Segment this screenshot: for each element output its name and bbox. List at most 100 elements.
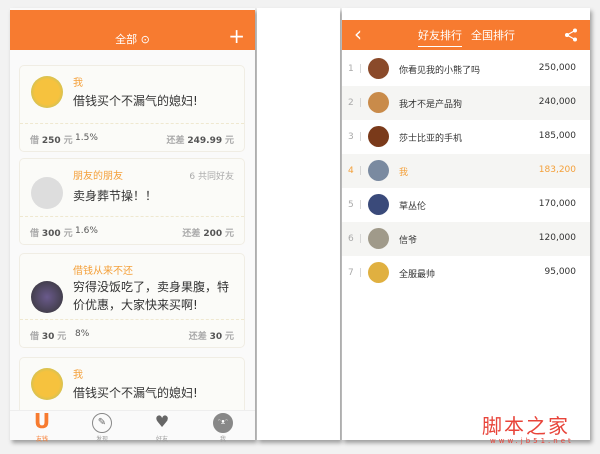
unit: 元 <box>63 136 73 146</box>
remain-label: 还差 <box>182 229 201 239</box>
share-icon[interactable] <box>564 28 578 42</box>
friend-name: 你看见我的小熊了吗 <box>399 66 481 76</box>
avatar <box>368 58 389 79</box>
friend-name: 我 <box>399 168 409 178</box>
tab-friend-ranking[interactable]: 好友排行 <box>418 27 462 47</box>
tab-national-ranking[interactable]: 全国排行 <box>471 27 515 43</box>
tab-label: 发现 <box>95 436 108 443</box>
ranking-row[interactable]: 4 | 我 183,200 <box>342 154 590 188</box>
interest-rate: 1.6% <box>75 226 98 236</box>
rank-number: 1 <box>348 64 354 74</box>
rank-divider: | <box>359 98 363 108</box>
borrow-label: 借 <box>30 136 40 146</box>
friend-name: 我才不是产品狗 <box>399 100 463 110</box>
watermark: 脚本之家 <box>482 414 570 438</box>
rank-divider: | <box>359 132 363 142</box>
tab-bar: U 友钱 ✎ 发现 ♥ 好友 ᵔᴥᵔ 我 <box>10 409 255 443</box>
watermark-url: www.jb51.net <box>490 437 574 445</box>
rank-number: 2 <box>348 98 354 108</box>
remain-amount: 200 <box>203 229 223 239</box>
loan-card[interactable]: 借钱从来不还 穷得没饭吃了，卖身果腹，特价优惠，大家快来买啊! 借 30 元 8… <box>19 253 245 348</box>
friend-name: 莎士比亚的手机 <box>399 134 463 144</box>
tab-label: 我 <box>219 436 226 443</box>
rank-number: 6 <box>348 234 354 244</box>
score: 185,000 <box>538 131 576 141</box>
rank-divider: | <box>359 166 363 176</box>
tab-me[interactable]: ᵔᴥᵔ 我 <box>203 413 243 443</box>
avatar <box>368 126 389 147</box>
avatar <box>368 262 389 283</box>
avatar <box>368 228 389 249</box>
add-icon[interactable]: + <box>228 26 245 46</box>
avatar <box>31 177 63 209</box>
loan-message: 卖身葬节操！！ <box>73 189 158 203</box>
ranking-screen: ‹ 好友排行 全国排行 1 | 你看见我的小熊了吗 250,000 2 | 我才不是产品狗 2… <box>342 8 590 440</box>
user-name: 我 <box>73 78 83 89</box>
tab-friends[interactable]: ♥ 好友 <box>142 413 182 443</box>
avatar <box>368 160 389 181</box>
unit: 元 <box>224 136 234 146</box>
remain-label: 还差 <box>166 136 185 146</box>
unit: 元 <box>224 332 234 342</box>
user-name: 我 <box>73 370 83 381</box>
filter-dropdown[interactable]: 全部 ⊙ <box>10 31 255 47</box>
rank-divider: | <box>359 234 363 244</box>
rank-number: 7 <box>348 268 354 278</box>
avatar <box>31 368 63 400</box>
rank-divider: | <box>359 268 363 278</box>
avatar <box>31 76 63 108</box>
unit: 元 <box>224 229 234 239</box>
ranking-row[interactable]: 3 | 莎士比亚的手机 185,000 <box>342 120 590 154</box>
rank-number: 3 <box>348 132 354 142</box>
ranking-row[interactable]: 5 | 草丛伦 170,000 <box>342 188 590 222</box>
borrow-amount: 250 <box>41 136 61 146</box>
loan-card[interactable]: 我 借钱买个不漏气的媳妇! <box>19 357 245 417</box>
borrow-amount: 30 <box>41 332 55 342</box>
blank-panel <box>257 8 340 440</box>
score: 95,000 <box>544 267 577 277</box>
loan-footer: 借 30 元 8% 还差 30 元 <box>20 319 244 347</box>
tab-discover[interactable]: ✎ 发现 <box>82 413 122 443</box>
avatar <box>31 281 63 313</box>
ranking-row[interactable]: 6 | 信爷 120,000 <box>342 222 590 256</box>
borrow-label: 借 <box>30 229 40 239</box>
cat-face-icon: ᵔᴥᵔ <box>213 413 233 433</box>
ranking-header: ‹ 好友排行 全国排行 <box>342 20 590 50</box>
feed-header: 全部 ⊙ + <box>10 10 255 50</box>
rank-divider: | <box>359 64 363 74</box>
remain-amount: 30 <box>209 332 223 342</box>
hearts-icon: ♥ <box>154 412 170 431</box>
unit: 元 <box>57 332 67 342</box>
rank-divider: | <box>359 200 363 210</box>
friend-name: 信爷 <box>399 236 418 246</box>
tab-youqian[interactable]: U 友钱 <box>22 409 62 443</box>
loan-footer: 借 250 元 1.5% 还差 249.99 元 <box>20 123 244 151</box>
score: 183,200 <box>538 165 576 175</box>
score: 170,000 <box>538 199 576 209</box>
borrow-label: 借 <box>30 332 40 342</box>
u-logo-icon: U <box>33 409 51 433</box>
unit: 元 <box>63 229 73 239</box>
tab-label: 好友 <box>155 436 168 443</box>
friend-name: 草丛伦 <box>399 202 427 212</box>
avatar <box>368 92 389 113</box>
friend-name: 全服最帅 <box>399 270 436 280</box>
remain-amount: 249.99 <box>187 136 223 146</box>
ranking-row[interactable]: 7 | 全服最帅 95,000 <box>342 256 590 290</box>
loan-footer: 借 300 元 1.6% 还差 200 元 <box>20 216 244 244</box>
user-name: 朋友的朋友 <box>73 171 123 182</box>
loan-message: 穷得没饭吃了，卖身果腹，特价优惠，大家快来买啊! <box>73 280 230 312</box>
compass-icon: ✎ <box>92 413 112 433</box>
remain-label: 还差 <box>188 332 207 342</box>
loan-card[interactable]: 我 借钱买个不漏气的媳妇! 借 250 元 1.5% 还差 249.99 元 <box>19 65 245 152</box>
ranking-row[interactable]: 2 | 我才不是产品狗 240,000 <box>342 86 590 120</box>
rank-number: 5 <box>348 200 354 210</box>
avatar <box>368 194 389 215</box>
ranking-row[interactable]: 1 | 你看见我的小熊了吗 250,000 <box>342 52 590 86</box>
feed-screen: 全部 ⊙ + 我 借钱买个不漏气的媳妇! 借 250 元 1.5% 还差 249… <box>10 8 255 443</box>
score: 120,000 <box>538 233 576 243</box>
back-icon[interactable]: ‹ <box>354 22 362 46</box>
score: 250,000 <box>538 63 576 73</box>
score: 240,000 <box>538 97 576 107</box>
loan-card[interactable]: 朋友的朋友 6 共同好友 卖身葬节操！！ 借 300 元 1.6% 还差 200… <box>19 158 245 245</box>
